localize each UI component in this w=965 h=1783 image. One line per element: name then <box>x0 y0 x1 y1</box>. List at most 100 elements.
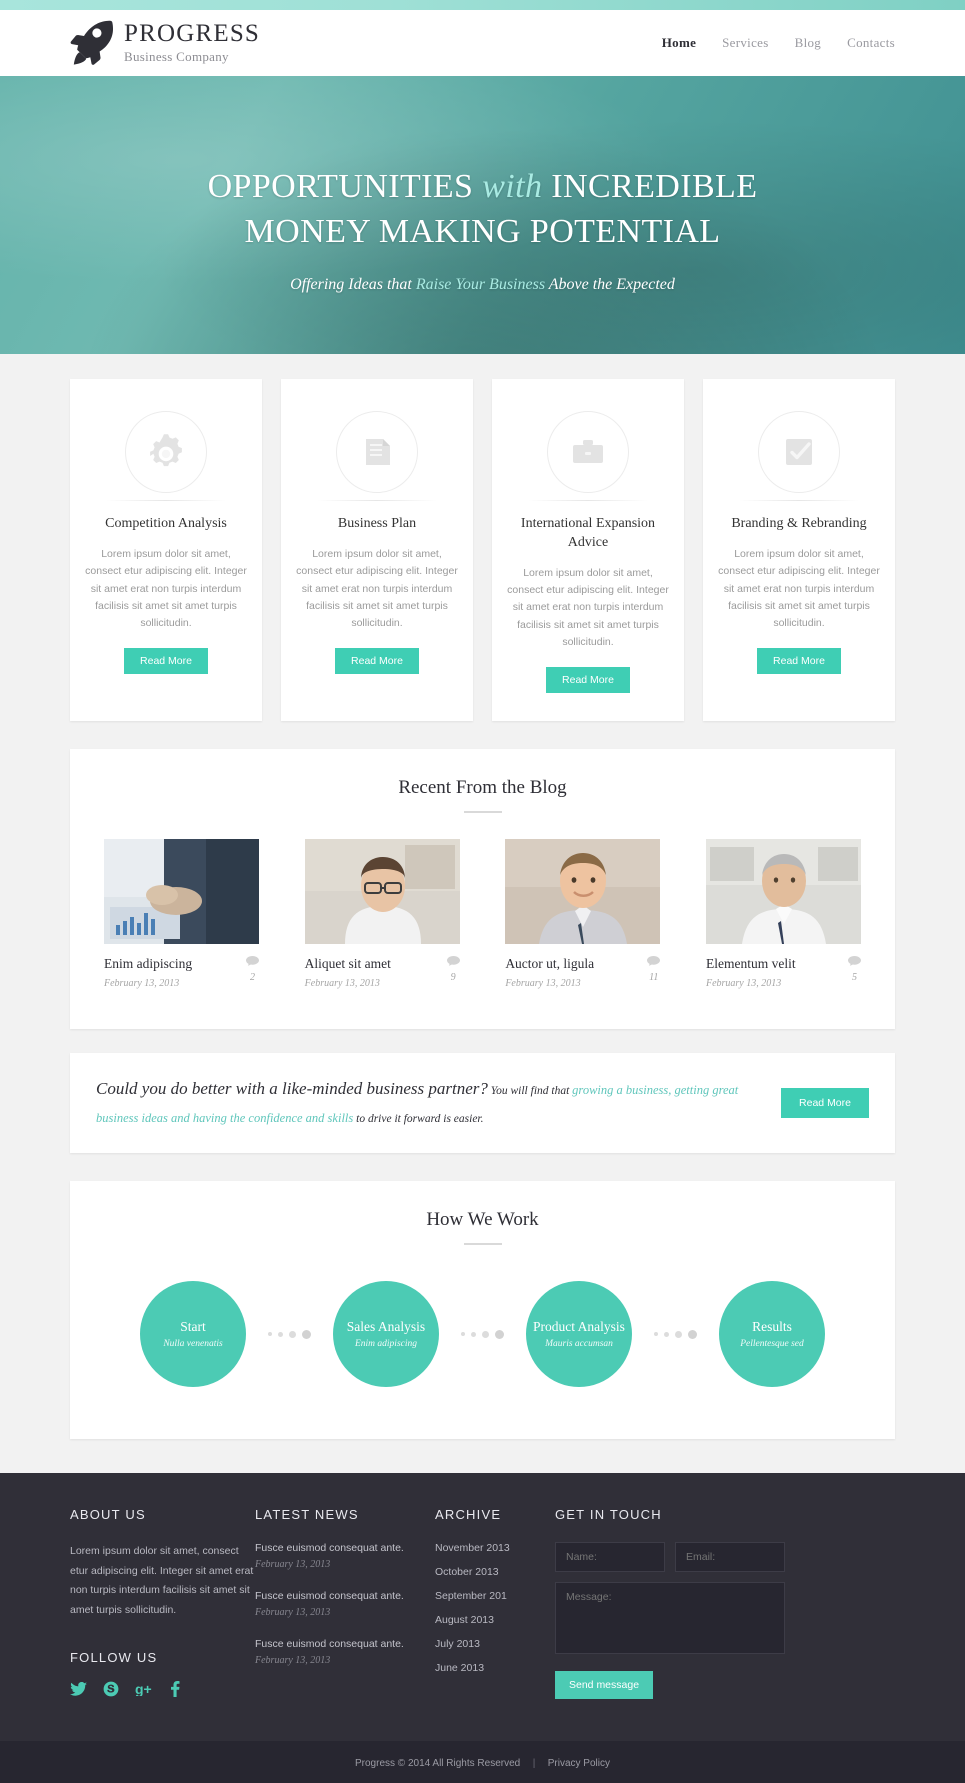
privacy-policy-link[interactable]: Privacy Policy <box>548 1758 610 1769</box>
nav-item-home[interactable]: Home <box>662 35 696 51</box>
google-plus-icon[interactable]: g+ <box>135 1681 154 1700</box>
workflow-step-label: Start <box>180 1319 206 1335</box>
workflow-step-results[interactable]: Results Pellentesque sed <box>719 1281 825 1388</box>
facebook-icon[interactable] <box>170 1681 180 1701</box>
comment-count-value: 2 <box>250 972 255 984</box>
service-card[interactable]: International Expansion Advice Lorem ips… <box>492 379 684 722</box>
archive-link[interactable]: July 2013 <box>435 1638 555 1650</box>
hero-sub-part2: Above the Expected <box>545 276 675 294</box>
workflow-step-sublabel: Nulla venenatis <box>163 1339 223 1350</box>
senior-man-photo[interactable] <box>705 839 861 945</box>
skype-icon[interactable] <box>103 1681 119 1701</box>
book-icon <box>336 411 418 493</box>
blog-post-title[interactable]: Auctor ut, ligula <box>505 956 594 972</box>
workflow-step-sales-analysis[interactable]: Sales Analysis Enim adipiscing <box>333 1281 439 1388</box>
footer-contact-heading: GET IN TOUCH <box>555 1507 662 1523</box>
service-icon-wrap <box>717 397 881 507</box>
gears-icon <box>125 411 207 493</box>
read-more-button[interactable]: Read More <box>335 648 419 675</box>
handshake-photo[interactable] <box>104 839 259 945</box>
blog-post[interactable]: Aliquet sit amet February 13, 2013 9 <box>304 839 460 989</box>
footer-about-column: ABOUT US Lorem ipsum dolor sit amet, con… <box>70 1507 255 1701</box>
footer-news-date: February 13, 2013 <box>255 1607 331 1619</box>
blog-post[interactable]: Elementum velit February 13, 2013 5 <box>705 839 861 990</box>
copyright-separator: | <box>532 1758 536 1770</box>
archive-link[interactable]: November 2013 <box>435 1542 555 1554</box>
workflow-step-start[interactable]: Start Nulla venenatis <box>140 1281 246 1388</box>
footer-about-heading: ABOUT US <box>70 1507 146 1523</box>
service-card[interactable]: Competition Analysis Lorem ipsum dolor s… <box>70 379 262 722</box>
copyright-text: Progress © 2014 All Rights Reserved <box>355 1758 521 1770</box>
services-section: Competition Analysis Lorem ipsum dolor s… <box>70 354 895 722</box>
archive-link[interactable]: June 2013 <box>435 1662 555 1674</box>
comment-count: 5 <box>847 956 861 985</box>
nav-item-contacts[interactable]: Contacts <box>847 35 895 51</box>
hero-subtitle: Offering Ideas that Raise Your Business … <box>290 276 675 294</box>
footer-news-item[interactable]: Fusce euismod consequat ante. February 1… <box>255 1590 435 1618</box>
read-more-button[interactable]: Read More <box>124 648 208 675</box>
workflow-step-label: Sales Analysis <box>346 1319 426 1335</box>
footer-news-item[interactable]: Fusce euismod consequat ante. February 1… <box>255 1638 435 1666</box>
email-input[interactable] <box>675 1542 785 1573</box>
blog-post[interactable]: Auctor ut, ligula February 13, 2013 11 <box>505 839 661 990</box>
top-accent-bar <box>0 0 965 10</box>
archive-link[interactable]: September 201 <box>435 1590 555 1602</box>
footer-news-title[interactable]: Fusce euismod consequat ante. <box>255 1638 435 1650</box>
archive-link[interactable]: October 2013 <box>435 1566 555 1578</box>
blog-post-date: February 13, 2013 <box>505 978 581 990</box>
blog-post-date: February 13, 2013 <box>705 978 782 990</box>
service-card[interactable]: Branding & Rebranding Lorem ipsum dolor … <box>703 379 895 722</box>
site-header: PROGRESS Business Company Home Services … <box>0 10 965 76</box>
read-more-button[interactable]: Read More <box>546 667 630 694</box>
blog-panel: Recent From the Blog Enim adipiscing Feb… <box>70 749 895 1030</box>
woman-glasses-photo[interactable] <box>304 839 460 945</box>
cta-read-more-button[interactable]: Read More <box>781 1088 869 1119</box>
service-title: International Expansion Advice <box>520 516 656 550</box>
svg-text:g+: g+ <box>135 1682 152 1696</box>
blog-post[interactable]: Enim adipiscing February 13, 2013 2 <box>104 839 259 989</box>
comment-bubble-icon <box>647 956 661 967</box>
message-textarea[interactable] <box>555 1582 785 1655</box>
comment-count: 9 <box>446 956 460 985</box>
name-input[interactable] <box>555 1542 665 1573</box>
nav-item-services[interactable]: Services <box>722 35 768 51</box>
workflow-step-sublabel: Enim adipiscing <box>354 1339 417 1350</box>
page-root: PROGRESS Business Company Home Services … <box>0 0 965 1783</box>
send-message-button[interactable]: Send message <box>555 1671 654 1700</box>
hero-title-line2: MONEY MAKING POTENTIAL <box>244 213 721 251</box>
brand-text-block: PROGRESS Business Company <box>124 20 260 65</box>
blog-post-title[interactable]: Elementum velit <box>706 956 796 972</box>
cta-text: Could you do better with a like-minded b… <box>96 1075 759 1131</box>
service-description: Lorem ipsum dolor sit amet, consect etur… <box>718 547 880 630</box>
footer-news-column: LATEST NEWS Fusce euismod consequat ante… <box>255 1507 435 1701</box>
blog-post-title[interactable]: Enim adipiscing <box>104 956 192 972</box>
comment-bubble-icon <box>246 956 259 967</box>
footer-news-item[interactable]: Fusce euismod consequat ante. February 1… <box>255 1542 435 1570</box>
blog-post-title[interactable]: Aliquet sit amet <box>305 956 391 972</box>
main-nav: Home Services Blog Contacts <box>662 35 895 51</box>
brand-logo[interactable]: PROGRESS Business Company <box>70 19 260 67</box>
footer-news-title[interactable]: Fusce euismod consequat ante. <box>255 1590 435 1602</box>
archive-link[interactable]: August 2013 <box>435 1614 555 1626</box>
how-we-work-panel: How We Work Start Nulla venenatis Sales … <box>70 1181 895 1440</box>
step-connector-dots <box>268 1329 311 1339</box>
service-title: Competition Analysis <box>105 516 227 531</box>
service-icon-wrap <box>84 397 248 507</box>
hero-title-emphasis: with <box>482 168 543 205</box>
read-more-button[interactable]: Read More <box>757 648 841 675</box>
twitter-icon[interactable] <box>70 1682 87 1700</box>
rocket-icon <box>70 19 114 67</box>
service-title: Branding & Rebranding <box>731 516 867 531</box>
comment-count: 2 <box>246 956 259 985</box>
footer-news-title[interactable]: Fusce euismod consequat ante. <box>255 1542 435 1554</box>
footer-follow-heading: FOLLOW US <box>70 1650 158 1666</box>
blog-meta: Aliquet sit amet February 13, 2013 9 <box>305 956 460 989</box>
workflow-step-product-analysis[interactable]: Product Analysis Mauris accumsan <box>526 1281 632 1388</box>
footer-contact-column: GET IN TOUCH Send message <box>555 1507 895 1701</box>
workflow-step-sublabel: Mauris accumsan <box>545 1339 613 1350</box>
cta-small-1: You will find that <box>487 1085 573 1098</box>
service-card[interactable]: Business Plan Lorem ipsum dolor sit amet… <box>281 379 473 722</box>
nav-item-blog[interactable]: Blog <box>795 35 821 51</box>
smiling-man-photo[interactable] <box>505 839 661 945</box>
